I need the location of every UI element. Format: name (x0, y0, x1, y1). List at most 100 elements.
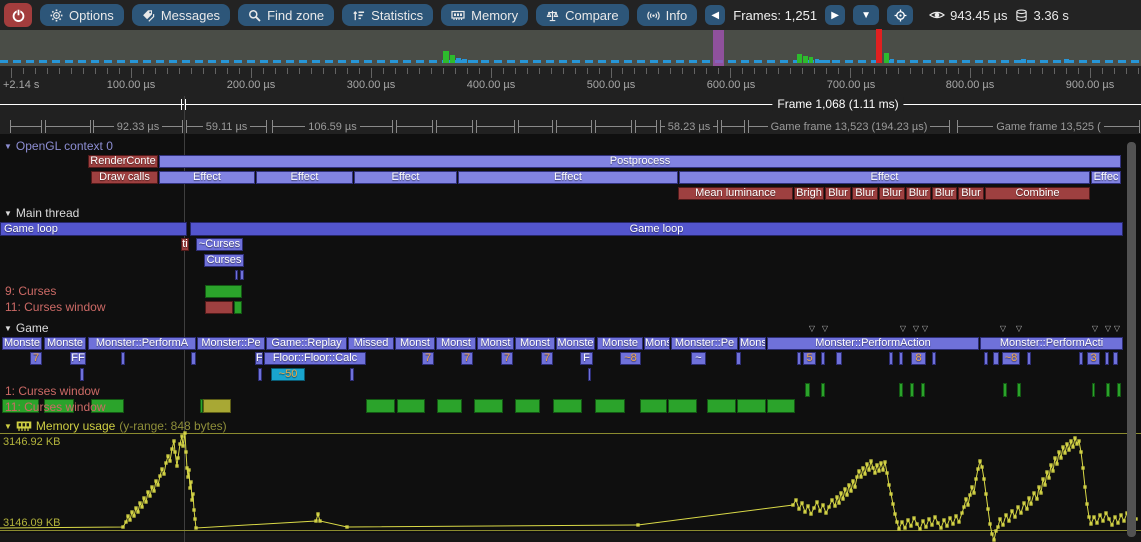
find-zone-button[interactable]: Find zone (238, 4, 334, 26)
frame-dropdown-button[interactable]: ▼ (853, 5, 879, 25)
zone[interactable]: F (255, 352, 263, 365)
memory-button[interactable]: Memory (441, 4, 528, 26)
frame-bar[interactable] (890, 59, 894, 63)
zone[interactable] (258, 368, 262, 381)
frame-time-graph[interactable] (0, 30, 1141, 66)
zone[interactable] (797, 352, 801, 365)
ruler-segment[interactable] (595, 120, 632, 133)
zone[interactable] (121, 352, 125, 365)
zone[interactable]: Draw calls (91, 171, 158, 184)
zone[interactable]: 7 (461, 352, 473, 365)
ruler-segment[interactable] (436, 120, 473, 133)
zone[interactable] (736, 352, 741, 365)
vertical-scrollbar[interactable] (1127, 142, 1136, 537)
zone[interactable] (1092, 383, 1095, 397)
zone[interactable] (921, 383, 925, 397)
zone[interactable]: Monst (436, 337, 476, 350)
zone[interactable]: Monst (477, 337, 514, 350)
zone[interactable]: Effect (159, 171, 255, 184)
zone[interactable] (205, 285, 242, 298)
zone[interactable] (235, 270, 238, 280)
memory-usage-header[interactable]: ▼ Memory usage (y-range: 848 bytes) (4, 419, 227, 433)
zone[interactable] (350, 368, 354, 381)
messages-button[interactable]: Messages (132, 4, 230, 26)
zone[interactable]: Floor::Floor::Calc (264, 352, 366, 365)
ruler-segment[interactable] (556, 120, 592, 133)
zone[interactable] (1003, 383, 1007, 397)
ruler-segment[interactable] (721, 120, 745, 133)
zone[interactable]: ~8 (1002, 352, 1020, 365)
frame-bar[interactable] (450, 55, 455, 63)
zone[interactable]: Effect (354, 171, 457, 184)
zone[interactable]: Blur (825, 187, 851, 200)
ruler-segment[interactable]: 58.23 µs (660, 120, 718, 133)
frame-bar[interactable] (462, 59, 467, 63)
zone[interactable]: Blur (879, 187, 905, 200)
ruler-segment[interactable]: 59.11 µs (186, 120, 267, 133)
zone[interactable]: 7 (30, 352, 42, 365)
zone[interactable]: Mons (644, 337, 670, 350)
zone[interactable]: Monste (556, 337, 595, 350)
zone[interactable] (515, 399, 540, 413)
zone[interactable] (821, 383, 825, 397)
zone[interactable] (474, 399, 503, 413)
frame-bar[interactable] (827, 60, 830, 63)
zone[interactable] (707, 399, 736, 413)
zone[interactable] (767, 399, 795, 413)
zone[interactable]: ~ (691, 352, 706, 365)
zone[interactable]: Monster::Pe (671, 337, 738, 350)
zone[interactable]: Monster::Pe (197, 337, 265, 350)
zone[interactable] (984, 352, 988, 365)
zone[interactable] (836, 352, 842, 365)
zone-collapse-marker[interactable]: ▽ (809, 325, 815, 333)
goto-frame-button[interactable] (887, 5, 913, 25)
frame-bar[interactable] (884, 53, 889, 63)
zone[interactable]: ~50 (271, 368, 305, 381)
zone-collapse-marker[interactable]: ▽ (1114, 325, 1120, 333)
zone[interactable]: Curses (204, 254, 244, 267)
zone[interactable]: FF (70, 352, 86, 365)
game-thread-header[interactable]: ▼ Game (4, 321, 49, 335)
zone[interactable] (1017, 383, 1021, 397)
zone[interactable]: Effec (1091, 171, 1121, 184)
zone[interactable]: 8 (911, 352, 926, 365)
zone[interactable]: 7 (422, 352, 434, 365)
frame-bar[interactable] (1021, 59, 1026, 63)
zone-collapse-marker[interactable]: ▽ (1092, 325, 1098, 333)
zone[interactable]: 5 (803, 352, 816, 365)
frame-bar[interactable] (456, 58, 461, 63)
options-button[interactable]: Options (40, 4, 124, 26)
zone[interactable]: Monste (2, 337, 42, 350)
zone[interactable] (640, 399, 667, 413)
main-thread-header[interactable]: ▼ Main thread (4, 206, 79, 220)
zone[interactable]: Game loop (0, 222, 187, 236)
zone[interactable]: Blur (932, 187, 957, 200)
zone[interactable] (437, 399, 462, 413)
frame-bar[interactable] (876, 29, 882, 63)
zone[interactable]: Effect (256, 171, 353, 184)
zone[interactable]: Blur (958, 187, 984, 200)
zone[interactable] (234, 301, 242, 314)
frame-bar[interactable] (1064, 59, 1069, 63)
zone[interactable]: 7 (541, 352, 553, 365)
zone[interactable] (240, 270, 244, 280)
info-button[interactable]: Info (637, 4, 698, 26)
statistics-button[interactable]: Statistics (342, 4, 433, 26)
zone[interactable] (899, 383, 903, 397)
zone[interactable]: 7 (501, 352, 513, 365)
zone[interactable]: Mean luminance (678, 187, 793, 200)
zone[interactable] (80, 368, 84, 381)
zone-collapse-marker[interactable]: ▽ (1016, 325, 1022, 333)
zone[interactable]: Postprocess (159, 155, 1121, 168)
zone[interactable] (1027, 352, 1031, 365)
zone[interactable]: ~Curses (196, 238, 243, 251)
zone-collapse-marker[interactable]: ▽ (913, 325, 919, 333)
zone[interactable]: F (580, 352, 593, 365)
prev-frame-button[interactable]: ◀ (705, 5, 725, 25)
compare-button[interactable]: Compare (536, 4, 628, 26)
ruler-segment[interactable]: Game frame 13,525 ( (957, 120, 1140, 133)
zone[interactable]: 3 (1087, 352, 1100, 365)
ruler-segment[interactable] (476, 120, 515, 133)
zone[interactable]: Monst (395, 337, 435, 350)
zone-collapse-marker[interactable]: ▽ (1000, 325, 1006, 333)
